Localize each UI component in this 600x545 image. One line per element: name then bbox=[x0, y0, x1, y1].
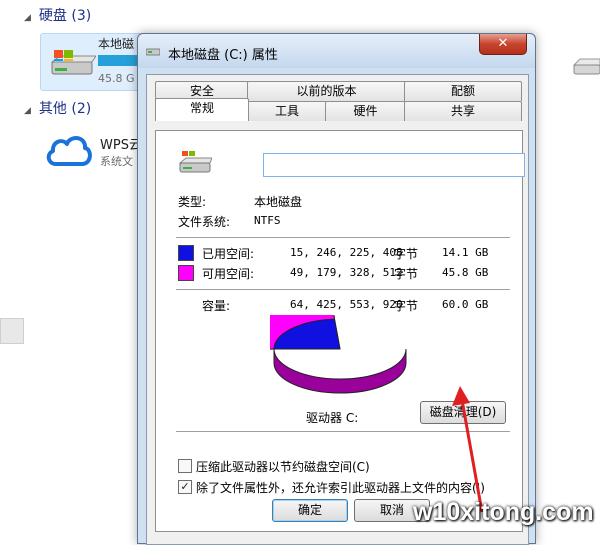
wps-subtitle: 系统文 bbox=[100, 155, 133, 168]
free-space-bytes: 49, 179, 328, 512 bbox=[290, 266, 403, 279]
section-header-drives[interactable]: ◢ 硬盘 (3) bbox=[24, 5, 91, 25]
tab-quota[interactable]: 配额 bbox=[404, 81, 522, 101]
sidebar-scroll-handle[interactable] bbox=[0, 318, 24, 344]
tab-hardware[interactable]: 硬件 bbox=[325, 101, 406, 121]
filesystem-value: NTFS bbox=[254, 214, 281, 227]
capacity-bytes: 64, 425, 553, 920 bbox=[290, 298, 403, 311]
section-header-other[interactable]: ◢ 其他 (2) bbox=[24, 98, 91, 118]
tab-previous-versions[interactable]: 以前的版本 bbox=[247, 81, 406, 101]
wps-cloud-icon[interactable] bbox=[44, 130, 92, 170]
drive-title-icon bbox=[146, 48, 160, 56]
dialog-title: 本地磁盘 (C:) 属性 bbox=[168, 48, 278, 63]
watermark-text: w10xitong.com bbox=[413, 498, 594, 526]
drive-name: 本地磁 bbox=[98, 37, 135, 51]
dialog-titlebar[interactable]: 本地磁盘 (C:) 属性 ✕ bbox=[138, 34, 535, 68]
capacity-label: 容量: bbox=[202, 299, 231, 313]
capacity-unit: 字节 bbox=[394, 299, 419, 313]
ok-button[interactable]: 确定 bbox=[272, 499, 348, 522]
free-space-swatch bbox=[178, 265, 194, 281]
filesystem-label: 文件系统: bbox=[178, 215, 231, 229]
tab-general[interactable]: 常规 bbox=[155, 98, 249, 121]
hard-drive-icon bbox=[178, 151, 212, 173]
type-value: 本地磁盘 bbox=[254, 195, 303, 209]
tab-tools[interactable]: 工具 bbox=[247, 101, 327, 121]
capacity-gb: 60.0 GB bbox=[442, 298, 489, 311]
collapse-arrow-icon[interactable]: ◢ bbox=[24, 106, 31, 116]
index-checkbox[interactable]: ✓ bbox=[178, 480, 192, 494]
used-space-swatch bbox=[178, 245, 194, 261]
used-space-unit: 字节 bbox=[394, 247, 419, 261]
pie-side bbox=[273, 348, 407, 394]
close-icon: ✕ bbox=[497, 36, 509, 51]
used-space-gb: 14.1 GB bbox=[442, 246, 489, 259]
used-space-bytes: 15, 246, 225, 408 bbox=[290, 246, 403, 259]
free-space-unit: 字节 bbox=[394, 267, 419, 281]
tab-sharing[interactable]: 共享 bbox=[404, 101, 522, 121]
check-icon: ✓ bbox=[180, 480, 190, 493]
used-space-label: 已用空间: bbox=[202, 247, 255, 261]
section-other-label: 其他 (2) bbox=[38, 101, 92, 117]
collapse-arrow-icon[interactable]: ◢ bbox=[24, 13, 31, 23]
wps-name: WPS云 bbox=[100, 138, 142, 153]
compress-label[interactable]: 压缩此驱动器以节约磁盘空间(C) bbox=[196, 458, 370, 475]
type-label: 类型: bbox=[178, 195, 207, 209]
disk-usage-pie-chart bbox=[270, 315, 407, 394]
divider bbox=[176, 289, 510, 290]
close-button[interactable]: ✕ bbox=[479, 34, 527, 55]
drive-size: 45.8 G bbox=[98, 72, 135, 85]
compress-checkbox[interactable] bbox=[178, 459, 192, 473]
free-space-label: 可用空间: bbox=[202, 267, 255, 281]
drive-letter-label: 驱动器 C: bbox=[306, 411, 359, 425]
annotation-arrow bbox=[452, 386, 484, 513]
drive-usage-bar bbox=[98, 55, 140, 66]
drive-d-icon[interactable] bbox=[572, 55, 600, 79]
divider bbox=[176, 237, 510, 238]
drive-name-input[interactable] bbox=[263, 153, 525, 177]
hard-drive-icon bbox=[50, 50, 96, 75]
section-drives-label: 硬盘 (3) bbox=[38, 8, 92, 24]
free-space-gb: 45.8 GB bbox=[442, 266, 489, 279]
